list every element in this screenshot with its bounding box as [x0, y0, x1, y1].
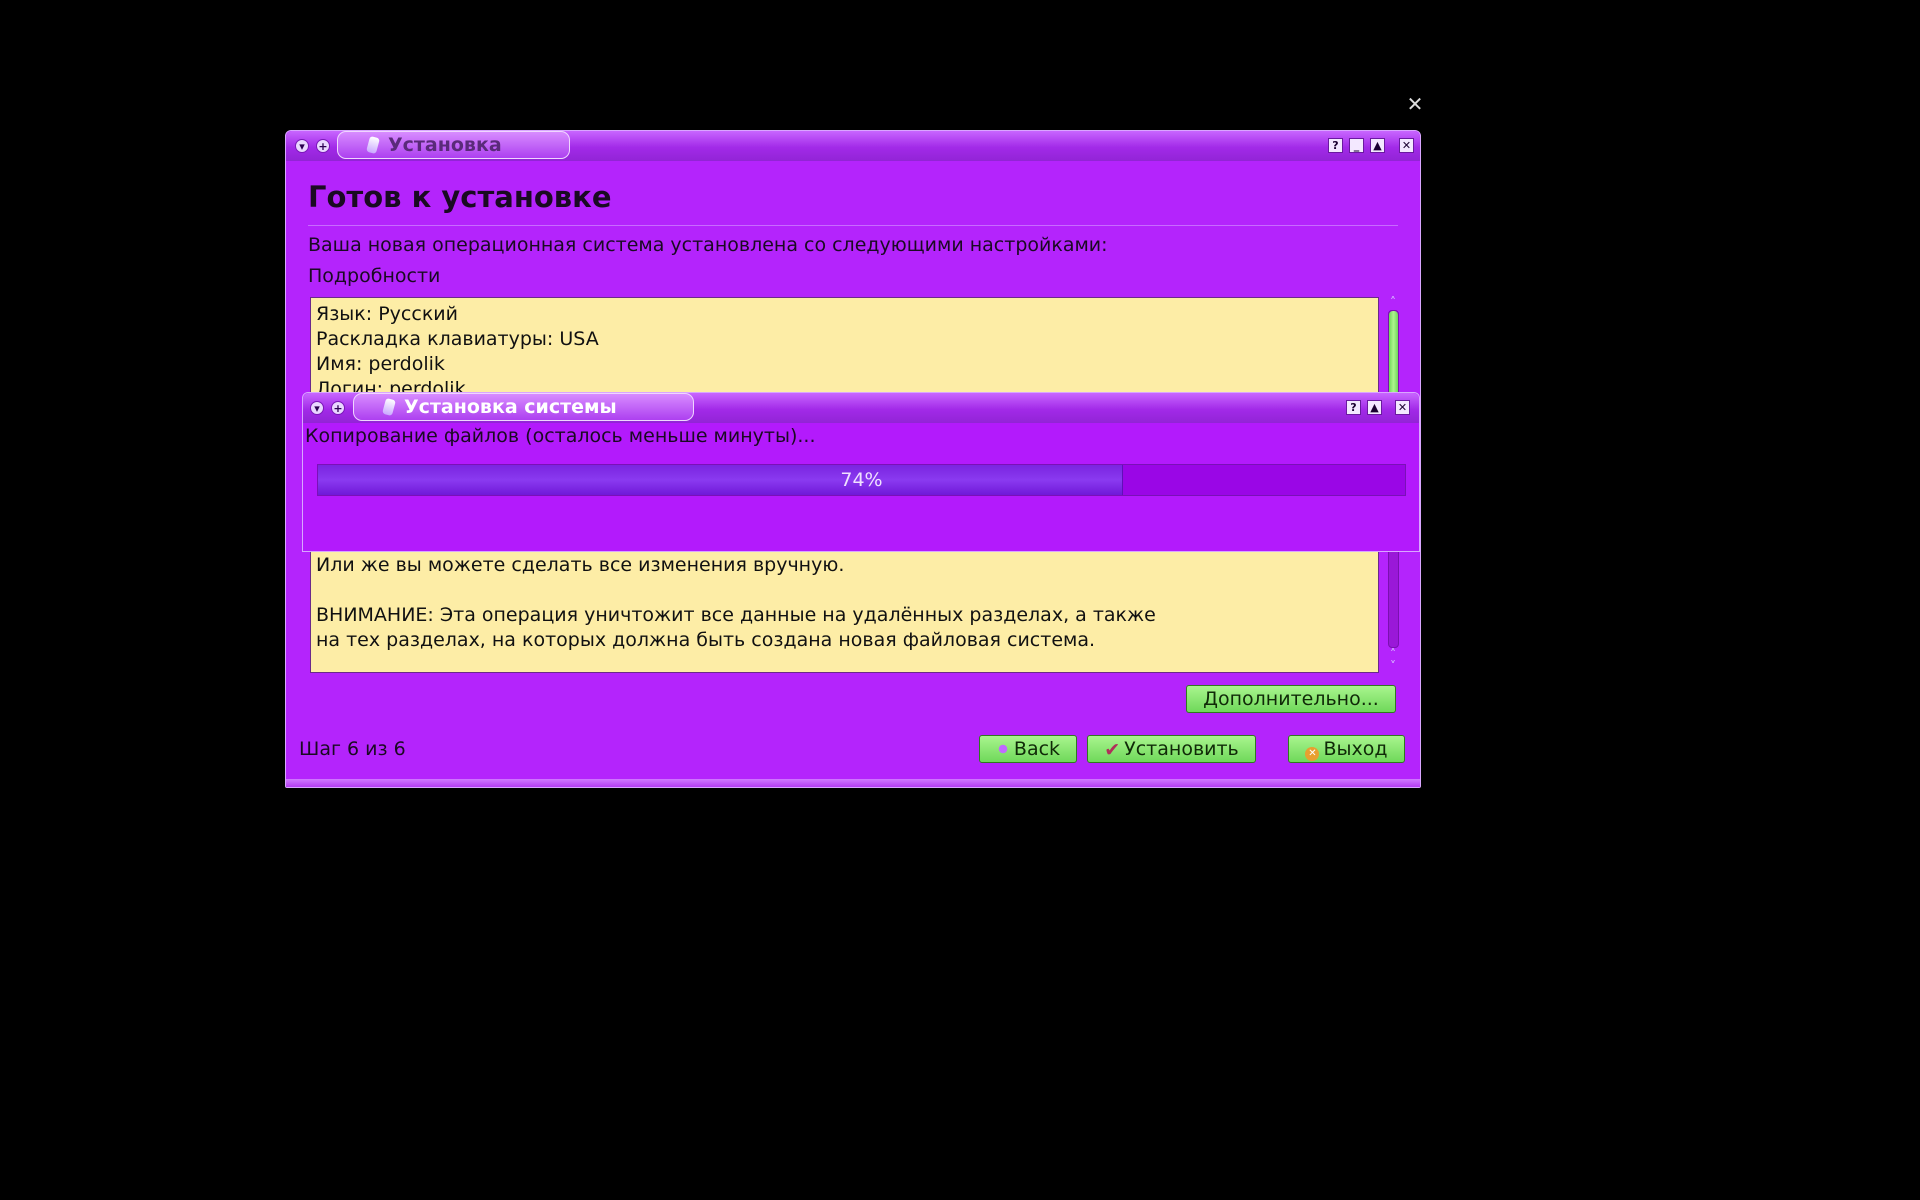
sticky-icon[interactable]: +	[316, 139, 330, 153]
dialog-title-tab: Установка системы	[353, 393, 694, 421]
install-button-label: Установить	[1124, 738, 1239, 760]
title-divider	[308, 225, 1398, 226]
back-button[interactable]: Back	[979, 735, 1077, 763]
scroll-up-icon[interactable]: ˄	[1385, 296, 1401, 308]
quit-button[interactable]: ✕ Выход	[1288, 735, 1405, 763]
quit-button-label: Выход	[1323, 738, 1388, 760]
window-bottom-edge	[286, 779, 1420, 787]
help-icon[interactable]: ?	[1328, 138, 1343, 153]
help-icon[interactable]: ?	[1346, 400, 1361, 415]
progress-bar: 74%	[317, 464, 1406, 496]
progress-percent-label: 74%	[840, 469, 883, 491]
desktop-close-icon[interactable]: ✕	[1405, 94, 1425, 114]
close-icon[interactable]: ✕	[1395, 400, 1410, 415]
progress-dialog-titlebar: ▾ + Установка системы ? ▲ ✕	[303, 393, 1419, 423]
details-line: Язык: Русский	[316, 303, 458, 325]
minimize-icon[interactable]: _	[1349, 138, 1364, 153]
sticky-icon[interactable]: +	[331, 401, 345, 415]
details-label: Подробности	[308, 265, 441, 287]
details-line: Раскладка клавиатуры: USA	[316, 328, 599, 350]
step-indicator: Шаг 6 из 6	[299, 738, 406, 760]
details-line: ВНИМАНИЕ: Эта операция уничтожит все дан…	[316, 604, 1156, 626]
details-line	[316, 578, 1156, 603]
back-arrow-icon	[995, 742, 1010, 756]
page-description: Ваша новая операционная система установл…	[308, 234, 1108, 256]
install-button[interactable]: ✔ Установить	[1087, 735, 1256, 763]
details-line: на тех разделах, на которых должна быть …	[316, 629, 1096, 651]
maximize-icon[interactable]: ▲	[1370, 138, 1385, 153]
app-icon	[366, 135, 380, 155]
window-menu-icon[interactable]: ▾	[295, 139, 309, 153]
progress-message: Копирование файлов (осталось меньше мину…	[305, 425, 816, 447]
page-title: Готов к установке	[308, 180, 612, 214]
progress-dialog: ▾ + Установка системы ? ▲ ✕ Копирование …	[302, 392, 1420, 552]
dialog-title: Установка системы	[404, 396, 617, 418]
back-button-label: Back	[1013, 738, 1061, 760]
installer-titlebar: ▾ + Установка ? _ ▲ ✕	[286, 131, 1420, 161]
checkmark-icon: ✔	[1104, 739, 1121, 761]
advanced-button[interactable]: Дополнительно...	[1186, 685, 1396, 713]
app-icon	[382, 397, 396, 417]
window-title-tab: Установка	[337, 131, 570, 159]
window-title: Установка	[388, 134, 502, 156]
window-menu-icon[interactable]: ▾	[310, 401, 324, 415]
close-icon[interactable]: ✕	[1399, 138, 1414, 153]
maximize-icon[interactable]: ▲	[1367, 400, 1382, 415]
cancel-icon: ✕	[1305, 747, 1320, 761]
details-line: Имя: perdolik	[316, 353, 445, 375]
scroll-down-icon[interactable]: ˅	[1385, 660, 1401, 672]
details-line: Или же вы можете сделать все изменения в…	[316, 554, 845, 576]
